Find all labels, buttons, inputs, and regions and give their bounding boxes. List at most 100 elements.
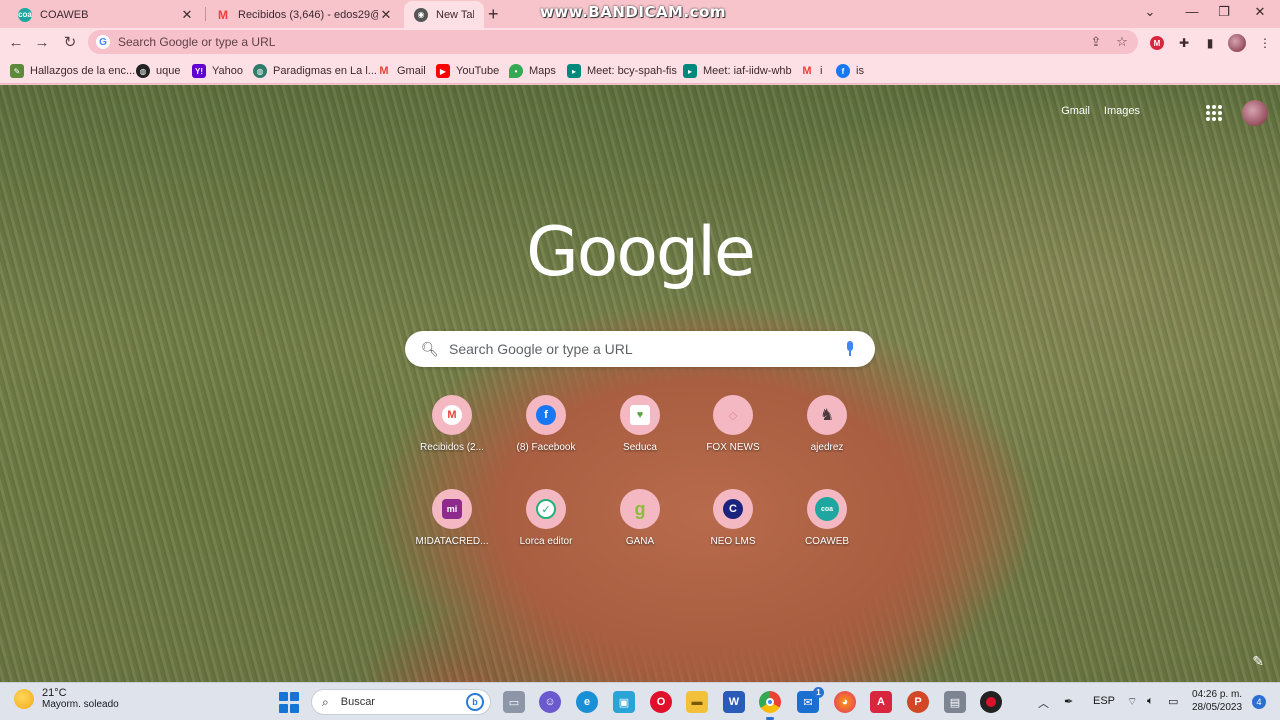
ntp-account-avatar[interactable] (1242, 100, 1268, 126)
share-icon[interactable]: ⇪ (1086, 34, 1106, 50)
gmail-link[interactable]: Gmail (1061, 105, 1090, 117)
shortcut-icon-circle: f (526, 395, 566, 435)
wifi-icon[interactable]: ⌔ (1127, 695, 1137, 709)
search-icon: ⌕ (322, 694, 329, 709)
battery-icon[interactable]: ▭ (1168, 695, 1178, 708)
facebook-icon: f (536, 405, 556, 425)
clock-date: 28/05/2023 (1192, 702, 1243, 713)
bookmark-label: uque (156, 65, 181, 77)
bandicam-record-icon[interactable] (980, 691, 1002, 713)
bookmark-youtube[interactable]: ▶ YouTube (436, 62, 499, 80)
side-panel-icon[interactable]: ▮ (1201, 34, 1219, 52)
mail-badge: 1 (813, 687, 824, 698)
bookmark-label: Hallazgos de la enc... (30, 65, 136, 77)
globe-icon: ◍ (253, 64, 267, 78)
remote-desktop-icon[interactable]: ▣ (613, 691, 635, 713)
weather-temp: 21°C (42, 687, 67, 699)
acrobat-icon[interactable]: A (870, 691, 892, 713)
chrome-taskbar-icon[interactable] (759, 691, 781, 713)
bookmark-label: Yahoo (212, 65, 243, 77)
edge-icon[interactable]: e (576, 691, 598, 713)
minimize-icon[interactable]: — (1182, 4, 1202, 19)
bookmark-gmail-i[interactable]: M i (800, 62, 822, 80)
omnibox[interactable]: G Search Google or type a URL ⇪ ☆ (88, 30, 1138, 54)
coaweb-icon: coa (815, 497, 839, 521)
chat-icon[interactable]: ☺ (539, 691, 561, 713)
search-icon: 🔍︎ (421, 340, 439, 357)
bing-icon[interactable]: b (466, 693, 484, 711)
opera-icon[interactable]: O (650, 691, 672, 713)
browser-toolbar: ← → ↻ G Search Google or type a URL ⇪ ☆ … (0, 28, 1280, 58)
pen-icon[interactable]: ✒ (1064, 695, 1073, 708)
bookmark-uque[interactable]: ◍ uque (136, 62, 180, 80)
ntp-search-input[interactable]: Search Google or type a URL (449, 341, 843, 357)
notification-badge[interactable]: 4 (1252, 695, 1266, 709)
extensions-puzzle-icon[interactable]: ✚ (1175, 34, 1193, 52)
tab-gmail[interactable]: M Recibidos (3,646) - edos29@gma ✕ (206, 1, 404, 28)
taskbar-search-box[interactable]: ⌕ Buscar b (311, 689, 491, 715)
meet-icon: ▸ (567, 64, 581, 78)
google-apps-icon[interactable] (1206, 105, 1222, 121)
reload-icon[interactable]: ↻ (60, 33, 80, 53)
task-view-icon[interactable]: ▭ (503, 691, 525, 713)
bookmark-maps[interactable]: • Maps (509, 62, 556, 80)
clock[interactable]: 04:26 p. m. 28/05/2023 (1192, 688, 1242, 714)
app-icon[interactable]: ▤ (944, 691, 966, 713)
chrome-icon: ◉ (414, 7, 428, 22)
midatacred-icon: mi (442, 499, 462, 519)
weather-widget[interactable]: 21°C Mayorm. soleado (14, 687, 119, 710)
bookmark-paradigmas[interactable]: ◍ Paradigmas en La l... (253, 62, 377, 80)
mail-icon[interactable]: ✉ 1 (797, 687, 824, 713)
bookmark-yahoo[interactable]: Y! Yahoo (192, 62, 243, 80)
facebook-icon: f (836, 64, 850, 78)
window-close-icon[interactable]: ✕ (1250, 4, 1270, 20)
file-explorer-icon[interactable]: ▬ (686, 691, 708, 713)
customize-pencil-icon[interactable]: ✎ (1252, 653, 1264, 670)
chess-knight-icon: ♞ (819, 407, 835, 424)
bookmark-label: YouTube (456, 65, 500, 77)
shortcut-tile[interactable]: coa COAWEB (771, 489, 883, 573)
gmail-icon: M (218, 7, 228, 22)
bookmark-meet-2[interactable]: ▸ Meet: iaf-iidw-whb (683, 62, 792, 80)
bookmark-meet-1[interactable]: ▸ Meet: bcy-spah-fis (567, 62, 677, 80)
bookmark-facebook-is[interactable]: f is (836, 62, 864, 80)
microphone-icon[interactable] (843, 340, 857, 358)
shortcut-tile[interactable]: ♞ ajedrez (771, 395, 883, 479)
shortcut-icon-circle: M (432, 395, 472, 435)
bookmark-label: Meet: bcy-spah-fis (587, 65, 677, 77)
new-tab-page: Gmail Images Google 🔍︎ Search Google or … (0, 85, 1280, 682)
taskbar-search-input[interactable]: Buscar (341, 696, 466, 708)
language-indicator[interactable]: ESP (1093, 695, 1115, 707)
forward-arrow-icon[interactable]: → (32, 33, 52, 53)
ntp-search-box[interactable]: 🔍︎ Search Google or type a URL (405, 331, 875, 367)
omnibox-input[interactable]: Search Google or type a URL (118, 35, 1086, 49)
bookmark-gmail[interactable]: M Gmail (377, 62, 425, 80)
menu-kebab-icon[interactable]: ⋮ (1256, 34, 1274, 52)
close-icon[interactable]: ✕ (378, 7, 394, 23)
powerpoint-icon[interactable]: P (907, 691, 929, 713)
new-tab-button[interactable]: + (488, 4, 499, 25)
bookmark-star-icon[interactable]: ☆ (1112, 34, 1132, 50)
back-arrow-icon[interactable]: ← (6, 33, 26, 53)
tab-strip: coa COAWEB ✕ M Recibidos (3,646) - edos2… (0, 0, 1280, 28)
tab-search-icon[interactable]: ⌄ (1140, 4, 1160, 20)
word-icon[interactable]: W (723, 691, 745, 713)
hallazgos-icon: ✎ (10, 64, 24, 78)
volume-icon[interactable]: 🔈︎ (1147, 695, 1154, 708)
maximize-icon[interactable]: ❐ (1214, 4, 1234, 20)
bookmark-hallazgos[interactable]: ✎ Hallazgos de la enc... (10, 62, 135, 80)
close-icon[interactable]: ✕ (179, 7, 195, 23)
images-link[interactable]: Images (1104, 105, 1140, 117)
yahoo-icon: Y! (192, 64, 206, 78)
seduca-icon: ♥ (630, 405, 650, 425)
firefox-icon[interactable]: ◕ (834, 691, 856, 713)
tray-overflow-icon[interactable]: ︿ (1038, 695, 1049, 711)
tab-coaweb[interactable]: coa COAWEB ✕ (8, 1, 205, 28)
windows-start-icon[interactable] (278, 691, 300, 713)
gana-icon: g (634, 498, 646, 519)
lorca-editor-icon: ✓ (536, 499, 556, 519)
shortcut-label: ajedrez (810, 442, 844, 453)
tab-new-tab[interactable]: ◉ New Tab (404, 1, 484, 28)
profile-avatar[interactable] (1228, 34, 1246, 52)
extension-m-icon[interactable]: M (1148, 34, 1166, 52)
